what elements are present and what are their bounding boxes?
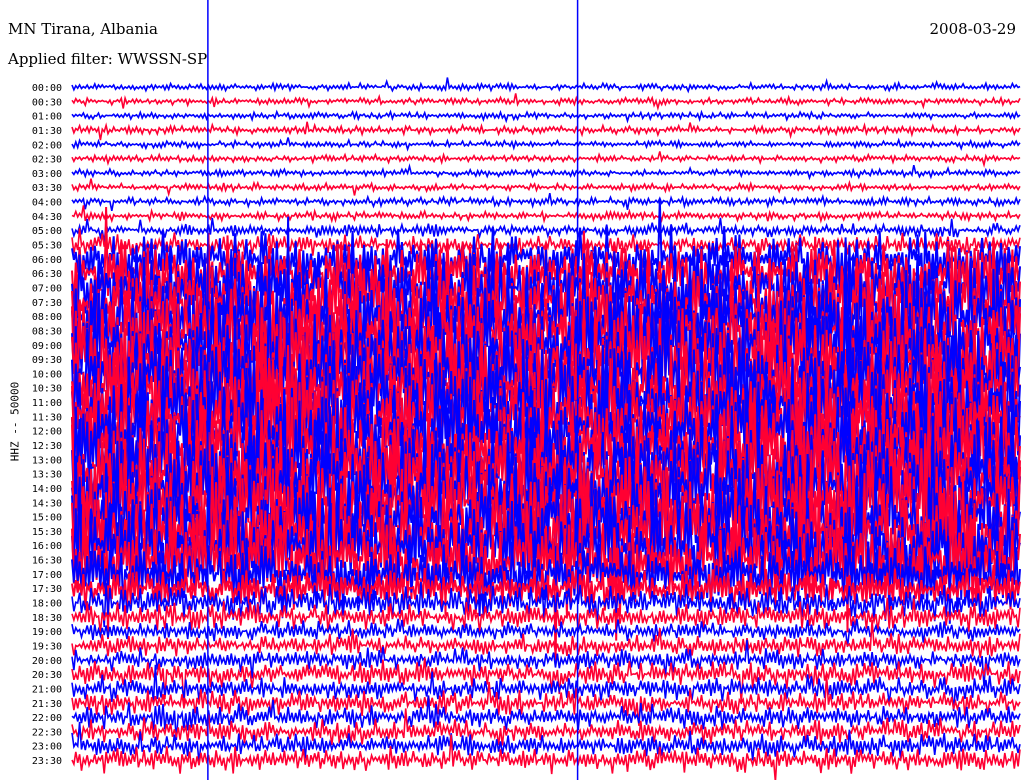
- row-label: 14:30: [32, 498, 62, 509]
- row-label: 21:00: [32, 684, 62, 695]
- row-label: 19:30: [32, 641, 62, 652]
- row-label: 05:00: [32, 226, 62, 237]
- helicorder-plot: 00:00 00:30 01:00 01:30 02:00 02:30 03:00 03:30…: [32, 0, 1021, 780]
- row-label: 15:00: [32, 513, 62, 524]
- row-label: 18:00: [32, 599, 62, 610]
- row-label: 01:30: [32, 126, 62, 137]
- row-label: 23:00: [32, 742, 62, 753]
- row-label: 02:00: [32, 140, 62, 151]
- trace-row-01:00: [71, 109, 1021, 124]
- trace-row-04:30: [71, 205, 1021, 224]
- row-label: 01:00: [32, 112, 62, 123]
- row-label: 07:00: [32, 283, 62, 294]
- row-label: 20:30: [32, 670, 62, 681]
- row-label: 03:00: [32, 169, 62, 180]
- row-label: 11:30: [32, 412, 62, 423]
- trace-row-03:00: [71, 163, 1021, 181]
- row-label: 00:00: [32, 83, 62, 94]
- row-label: 16:30: [32, 556, 62, 567]
- trace-row-00:30: [71, 93, 1021, 112]
- row-label: 12:00: [32, 427, 62, 438]
- row-label: 06:00: [32, 255, 62, 266]
- row-label: 09:30: [32, 355, 62, 366]
- trace-row-02:00: [71, 137, 1021, 152]
- trace-row-02:30: [71, 151, 1021, 168]
- row-label: 10:00: [32, 369, 62, 380]
- row-label: 04:00: [32, 198, 62, 209]
- row-label: 07:30: [32, 298, 62, 309]
- row-label: 00:30: [32, 97, 62, 108]
- trace-row-03:30: [71, 178, 1021, 198]
- row-label: 13:00: [32, 455, 62, 466]
- row-label: 05:30: [32, 241, 62, 252]
- row-label: 14:00: [32, 484, 62, 495]
- row-label: 21:30: [32, 699, 62, 710]
- trace-row-04:00: [71, 192, 1021, 211]
- row-label: 16:00: [32, 541, 62, 552]
- trace-row-01:30: [71, 121, 1021, 141]
- row-label: 20:00: [32, 656, 62, 667]
- trace-row-05:00: [71, 217, 1021, 243]
- row-label: 13:30: [32, 470, 62, 481]
- row-label: 12:30: [32, 441, 62, 452]
- row-label: 18:30: [32, 613, 62, 624]
- row-label: 17:00: [32, 570, 62, 581]
- row-label: 08:00: [32, 312, 62, 323]
- row-label: 19:00: [32, 627, 62, 638]
- row-label: 22:00: [32, 713, 62, 724]
- row-label: 03:30: [32, 183, 62, 194]
- row-label: 10:30: [32, 384, 62, 395]
- row-label: 02:30: [32, 155, 62, 166]
- trace-row-00:00: [71, 77, 1021, 94]
- row-label: 04:30: [32, 212, 62, 223]
- row-label: 06:30: [32, 269, 62, 280]
- row-label: 23:30: [32, 756, 62, 767]
- row-label: 11:00: [32, 398, 62, 409]
- row-label: 09:00: [32, 341, 62, 352]
- row-label: 22:30: [32, 727, 62, 738]
- row-label: 17:30: [32, 584, 62, 595]
- row-label: 15:30: [32, 527, 62, 538]
- row-label: 08:30: [32, 326, 62, 337]
